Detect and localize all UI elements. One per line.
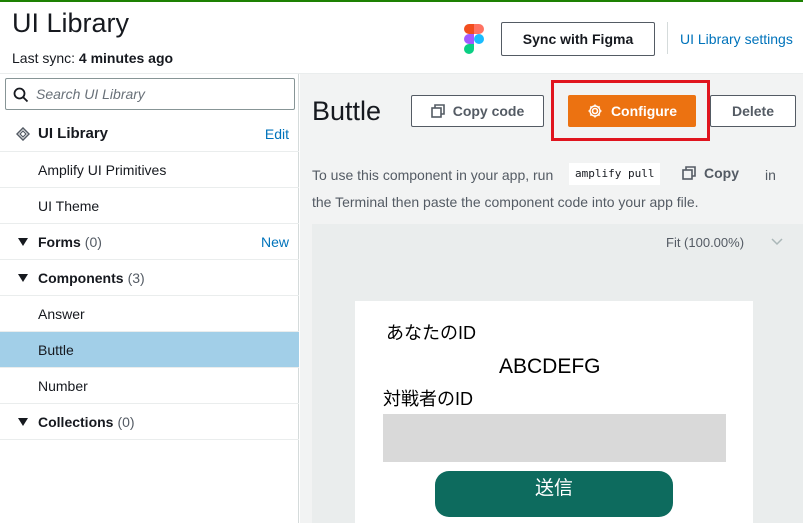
search-box[interactable] <box>5 78 295 110</box>
sidebar-item-number[interactable]: Number <box>0 368 299 404</box>
forms-new-link[interactable]: New <box>261 234 289 250</box>
sidebar: UI Library Edit Amplify UI Primitives UI… <box>0 74 299 523</box>
sidebar-item-amplify-ui-primitives[interactable]: Amplify UI Primitives <box>0 152 299 188</box>
component-title: Buttle <box>312 96 382 126</box>
sidebar-item-label: UI Theme <box>38 197 100 214</box>
preview-id-value: ABCDEFG <box>499 355 601 378</box>
caret-down-icon <box>18 237 28 246</box>
last-sync-label: Last sync: <box>12 50 76 66</box>
copy-icon <box>682 166 696 180</box>
usage-hint-continuation: the Terminal then paste the component co… <box>312 194 699 210</box>
main-panel: Buttle Copy code Configure Delete To use… <box>300 74 803 523</box>
sync-with-figma-button[interactable]: Sync with Figma <box>501 22 655 56</box>
library-icon <box>16 126 30 141</box>
sidebar-item-label: Buttle <box>38 341 74 358</box>
zoom-select[interactable]: Fit (100.00%) <box>666 235 744 250</box>
sidebar-item-ui-theme[interactable]: UI Theme <box>0 188 299 224</box>
caret-down-icon <box>18 417 28 426</box>
sidebar-item-label: Amplify UI Primitives <box>38 161 167 178</box>
delete-button[interactable]: Delete <box>710 95 796 127</box>
ui-library-settings-link[interactable]: UI Library settings <box>680 31 793 47</box>
library-edit-link[interactable]: Edit <box>265 126 289 142</box>
sidebar-item-label: Number <box>38 377 88 394</box>
collections-count: (0) <box>117 413 135 430</box>
search-icon <box>13 87 29 103</box>
copy-code-label: Copy code <box>452 103 525 119</box>
preview-opponent-id-label: 対戦者のID <box>383 389 473 409</box>
sidebar-item-label: Answer <box>38 305 85 322</box>
forms-label: Forms <box>38 233 81 250</box>
preview-canvas: Fit (100.00%) あなたのID ABCDEFG 対戦者のID 送信 <box>312 224 803 523</box>
copy-icon <box>430 104 445 118</box>
configure-label: Configure <box>610 103 678 119</box>
sidebar-item-buttle[interactable]: Buttle <box>0 332 299 368</box>
figma-icon <box>464 24 484 54</box>
usage-hint-text: To use this component in your app, run <box>312 167 554 183</box>
forms-count: (0) <box>84 233 102 250</box>
last-sync-text: Last sync: 4 minutes ago <box>12 50 173 66</box>
sidebar-group-components[interactable]: Components (3) <box>0 260 299 296</box>
sidebar-library-title: UI Library <box>38 125 109 142</box>
sidebar-group-forms[interactable]: Forms (0) New <box>0 224 299 260</box>
component-preview: あなたのID ABCDEFG 対戦者のID 送信 <box>355 301 753 523</box>
components-label: Components <box>38 269 124 286</box>
search-input[interactable] <box>36 79 286 109</box>
preview-your-id-label: あなたのID <box>386 323 476 343</box>
copy-code-button[interactable]: Copy code <box>411 95 544 127</box>
sidebar-item-answer[interactable]: Answer <box>0 296 299 332</box>
preview-opponent-id-input[interactable] <box>383 414 726 462</box>
caret-down-icon <box>18 273 28 282</box>
collections-label: Collections <box>38 413 114 430</box>
last-sync-value: 4 minutes ago <box>78 50 174 66</box>
usage-hint-in: in <box>765 167 776 183</box>
page-header: UI Library Last sync: 4 minutes ago Sync… <box>0 2 803 74</box>
copy-label: Copy <box>704 165 739 181</box>
page-title: UI Library <box>12 8 130 38</box>
sidebar-group-collections[interactable]: Collections (0) <box>0 404 299 440</box>
components-count: (3) <box>127 269 145 286</box>
copy-command-button[interactable]: Copy <box>682 165 739 181</box>
preview-send-button[interactable]: 送信 <box>435 471 673 517</box>
gear-icon <box>588 104 602 118</box>
chevron-down-icon[interactable] <box>771 238 783 246</box>
sidebar-library-header[interactable]: UI Library Edit <box>0 116 299 152</box>
header-divider <box>667 22 668 54</box>
command-snippet: amplify pull <box>569 163 661 185</box>
configure-button[interactable]: Configure <box>568 95 696 127</box>
